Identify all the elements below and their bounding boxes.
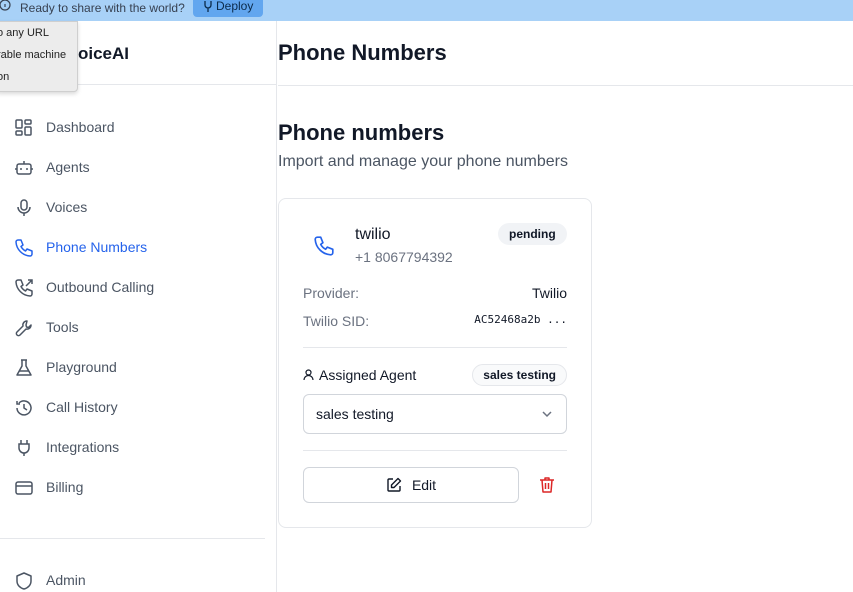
edit-label: Edit — [411, 477, 437, 493]
mic-icon — [17, 199, 31, 216]
divider — [0, 538, 265, 539]
dashboard-icon — [15, 119, 32, 136]
agent-select-value: sales testing — [316, 406, 394, 422]
sidebar-item-label: Agents — [46, 159, 90, 175]
phone-number: +1 8067794392 — [355, 249, 453, 265]
phone-icon — [314, 236, 334, 256]
sidebar-item-agents[interactable]: Agents — [0, 150, 277, 186]
sidebar-item-dashboard[interactable]: Dashboard — [0, 110, 277, 146]
edit-icon — [387, 477, 402, 492]
user-icon — [303, 369, 314, 381]
section-title: Phone numbers — [278, 120, 445, 145]
section-subtitle: Import and manage your phone numbers — [278, 153, 568, 170]
phone-icon — [15, 239, 33, 257]
popup-item[interactable]: on — [0, 71, 9, 83]
assigned-agent-text: Assigned Agent — [319, 367, 417, 383]
sidebar-item-integrations[interactable]: Integrations — [0, 430, 277, 466]
plug-icon — [18, 440, 30, 456]
sidebar-item-call-history[interactable]: Call History — [0, 390, 277, 426]
sidebar-item-label: Voices — [46, 199, 88, 215]
popup-item[interactable]: o any URL — [0, 27, 49, 39]
sidebar-item-label: Integrations — [46, 439, 120, 455]
agent-badge: sales testing — [472, 364, 567, 386]
sidebar-item-playground[interactable]: Playground — [0, 350, 277, 386]
sidebar-item-label: Phone Numbers — [46, 239, 148, 255]
sidebar-item-label: Billing — [46, 479, 84, 495]
sidebar-item-label: Dashboard — [46, 119, 115, 135]
wrench-icon — [15, 320, 32, 337]
sid-label: Twilio SID: — [303, 313, 370, 329]
banner-text: Ready to share with the world? — [20, 1, 185, 15]
sidebar-item-label: Tools — [46, 319, 79, 335]
popup-item[interactable]: rable machine — [0, 49, 66, 61]
dropdown-popup: o any URL rable machine on — [0, 21, 78, 92]
sidebar-item-label: Admin — [46, 572, 86, 588]
bot-icon — [15, 161, 33, 175]
provider-name: twilio — [355, 226, 391, 243]
agent-select[interactable]: sales testing — [303, 394, 567, 434]
deploy-icon — [204, 0, 212, 12]
deploy-banner: Ready to share with the world? Deploy — [0, 0, 853, 21]
info-icon — [0, 0, 11, 11]
sidebar-item-admin[interactable]: Admin — [0, 563, 277, 592]
deploy-label: Deploy — [216, 0, 254, 13]
sidebar-item-label: Playground — [46, 359, 117, 375]
sidebar-item-billing[interactable]: Billing — [0, 470, 277, 506]
app-logo[interactable]: oiceAI — [78, 44, 129, 64]
divider — [303, 450, 567, 451]
sidebar-item-phone-numbers[interactable]: Phone Numbers — [0, 230, 277, 266]
sidebar-item-label: Outbound Calling — [46, 279, 155, 295]
provider-label: Provider: — [303, 285, 360, 301]
sidebar: oiceAI Dashboard Agents Voices Phone Num… — [0, 21, 277, 592]
phone-number-card: twilio +1 8067794392 pending Provider: T… — [278, 198, 592, 528]
sidebar-item-outbound-calling[interactable]: Outbound Calling — [0, 270, 277, 306]
deploy-button[interactable]: Deploy — [193, 0, 263, 17]
divider — [303, 347, 567, 348]
chevron-down-icon — [542, 411, 552, 418]
edit-button[interactable]: Edit — [303, 467, 519, 503]
trash-icon[interactable] — [537, 475, 557, 495]
provider-value: Twilio — [531, 285, 567, 301]
sidebar-item-label: Call History — [46, 399, 118, 415]
status-badge: pending — [498, 223, 567, 245]
history-icon — [16, 400, 32, 416]
sidebar-item-voices[interactable]: Voices — [0, 190, 277, 226]
assigned-agent-label: Assigned Agent — [303, 367, 416, 383]
divider — [278, 85, 853, 86]
sidebar-item-tools[interactable]: Tools — [0, 310, 277, 346]
sid-value: AC52468a2b ... — [474, 313, 567, 326]
page-title: Phone Numbers — [278, 40, 447, 65]
flask-icon — [16, 359, 32, 376]
shield-icon — [16, 572, 32, 590]
phone-outgoing-icon — [15, 279, 33, 297]
credit-card-icon — [15, 481, 33, 495]
